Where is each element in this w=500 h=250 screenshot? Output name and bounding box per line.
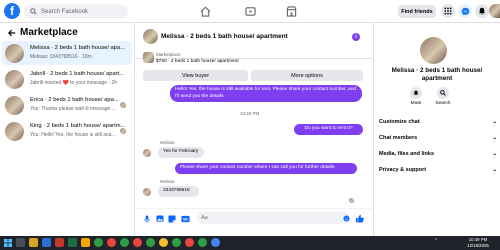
like-icon[interactable]	[354, 213, 364, 223]
sender-name: Melissa	[160, 179, 175, 184]
profile-avatar[interactable]	[489, 4, 500, 18]
app-icon[interactable]	[55, 238, 64, 247]
chat-item-king[interactable]: King · 2 beds 1 bath house/ apartm... Yo…	[2, 119, 132, 143]
chat-snippet: Jabrill reacted ❤️ to your message · 2h	[30, 80, 118, 86]
mute-label: Mute	[410, 101, 422, 106]
chrome-icon[interactable]	[120, 238, 129, 247]
find-friends-button[interactable]: Find friends	[398, 5, 436, 18]
taskbar-date: 12/18/2025	[467, 242, 489, 248]
chrome-icon[interactable]	[94, 238, 103, 247]
chrome-icon[interactable]	[172, 238, 181, 247]
privacy-support-item[interactable]: Privacy & support ⌄	[379, 167, 497, 173]
svg-text:GIF: GIF	[183, 217, 188, 221]
chrome-icon[interactable]	[107, 238, 116, 247]
message-timestamp: 10:40 PM	[240, 111, 260, 116]
chat-item-melissa[interactable]: Melissa · 2 beds 1 bath house/ apa... Me…	[2, 41, 132, 65]
notifications-icon[interactable]	[475, 4, 489, 18]
sender-avatar	[143, 149, 151, 157]
sender-avatar	[143, 188, 151, 196]
chevron-down-icon: ⌄	[492, 119, 497, 125]
chat-item-jabrill[interactable]: Jabrill · 2 beds 1 bath house/ apart... …	[2, 67, 132, 91]
taskbar-clock[interactable]: 10:49 PM 12/18/2025	[460, 237, 496, 248]
app-icon[interactable]	[42, 238, 51, 247]
listing-thumbnail	[143, 52, 154, 63]
chat-title: King · 2 beds 1 bath house/ apartm...	[30, 123, 126, 129]
menu-item-label: Privacy & support	[379, 167, 427, 173]
image-icon[interactable]	[156, 214, 164, 223]
marketplace-header: Marketplace	[8, 27, 78, 38]
avatar	[5, 44, 24, 63]
chrome-icon[interactable]	[159, 238, 168, 247]
search-label: Search	[435, 101, 451, 106]
more-options-button[interactable]: More options	[251, 70, 363, 81]
chrome-icon[interactable]	[185, 238, 194, 247]
chat-snippet: Melissa: 3343798516 · 10m	[30, 54, 92, 60]
marketplace-title: Marketplace	[20, 27, 78, 38]
chevron-down-icon: ⌄	[492, 135, 497, 141]
search-placeholder: Search Facebook	[41, 8, 89, 15]
messenger-icon[interactable]	[458, 4, 472, 18]
listing-price: $750 · 2 beds 1 bath house/ apartment	[156, 59, 239, 64]
profile-avatar-large[interactable]	[420, 37, 447, 64]
emoji-icon[interactable]	[342, 214, 350, 222]
read-receipt-avatar	[120, 128, 126, 134]
message-bubble-incoming: Yes for February	[158, 147, 204, 158]
chat-snippet: You: Hello! Yes, the house is still ava.…	[30, 132, 116, 138]
read-receipt-avatar	[349, 198, 354, 203]
chevron-down-icon: ⌄	[492, 151, 497, 157]
chevron-down-icon: ⌄	[492, 167, 497, 173]
home-icon[interactable]	[198, 5, 212, 17]
chrome-icon[interactable]	[211, 238, 220, 247]
message-bubble-incoming: 3343798516	[158, 186, 199, 197]
chat-title: Jabrill · 2 beds 1 bath house/ apart...	[30, 71, 125, 77]
chrome-icon[interactable]	[146, 238, 155, 247]
info-icon[interactable]: i	[352, 33, 360, 41]
message-bubble-outgoing: Do you want to rent it?	[294, 124, 363, 135]
back-arrow-icon[interactable]	[8, 29, 16, 37]
gif-icon[interactable]: GIF	[181, 214, 190, 223]
search-input[interactable]: Search Facebook	[24, 4, 128, 19]
profile-name: Melissa · 2 beds 1 bath house/ apartment	[391, 67, 483, 82]
sender-name: Melissa	[160, 140, 175, 145]
media-files-links-item[interactable]: Media, files and links ⌄	[379, 151, 497, 157]
windows-start-icon[interactable]	[3, 238, 12, 247]
conversation-avatar[interactable]	[143, 29, 158, 44]
customize-chat-item[interactable]: Customize chat ⌄	[379, 119, 497, 125]
facebook-logo-icon[interactable]: f	[4, 3, 20, 19]
message-bubble-outgoing: Hello! Yes, the house is still available…	[170, 85, 362, 102]
marketplace-icon[interactable]	[284, 5, 298, 17]
search-icon[interactable]	[437, 87, 449, 99]
mute-icon[interactable]	[410, 87, 422, 99]
menu-grid-icon[interactable]	[441, 4, 455, 18]
chat-title: Melissa · 2 beds 1 bath house/ apa...	[30, 45, 126, 51]
chat-item-erica[interactable]: Erica · 2 beds 1 bath house/ apa... You:…	[2, 93, 132, 117]
chrome-icon[interactable]	[133, 238, 142, 247]
search-icon	[30, 8, 37, 15]
avatar	[5, 122, 24, 141]
app-icon[interactable]	[81, 238, 90, 247]
view-buyer-button[interactable]: View buyer	[143, 70, 248, 81]
read-receipt-avatar	[120, 102, 126, 108]
search-taskbar-icon[interactable]	[16, 238, 25, 247]
menu-item-label: Media, files and links	[379, 151, 435, 157]
menu-item-label: Chat members	[379, 135, 418, 141]
file-explorer-icon[interactable]	[29, 238, 38, 247]
conversation-title[interactable]: Melissa · 2 beds 1 bath house/ apartment	[161, 33, 288, 40]
chrome-icon[interactable]	[198, 238, 207, 247]
menu-item-label: Customize chat	[379, 119, 420, 125]
app-icon[interactable]	[68, 238, 77, 247]
avatar	[5, 70, 24, 89]
system-tray-icon[interactable]: ⌃	[434, 238, 446, 247]
chat-snippet: You: Thanks please wait ill message ...	[30, 106, 116, 112]
chat-members-item[interactable]: Chat members ⌄	[379, 135, 497, 141]
message-input[interactable]: Aa	[197, 212, 349, 224]
video-icon[interactable]	[243, 5, 257, 17]
avatar	[5, 96, 24, 115]
chat-title: Erica · 2 beds 1 bath house/ apa...	[30, 97, 119, 103]
marketplace-label: Marketplace	[156, 52, 181, 57]
microphone-icon[interactable]	[143, 214, 151, 223]
message-bubble-outgoing: Please share your contact number where I…	[175, 163, 357, 174]
sticker-icon[interactable]	[168, 214, 176, 223]
